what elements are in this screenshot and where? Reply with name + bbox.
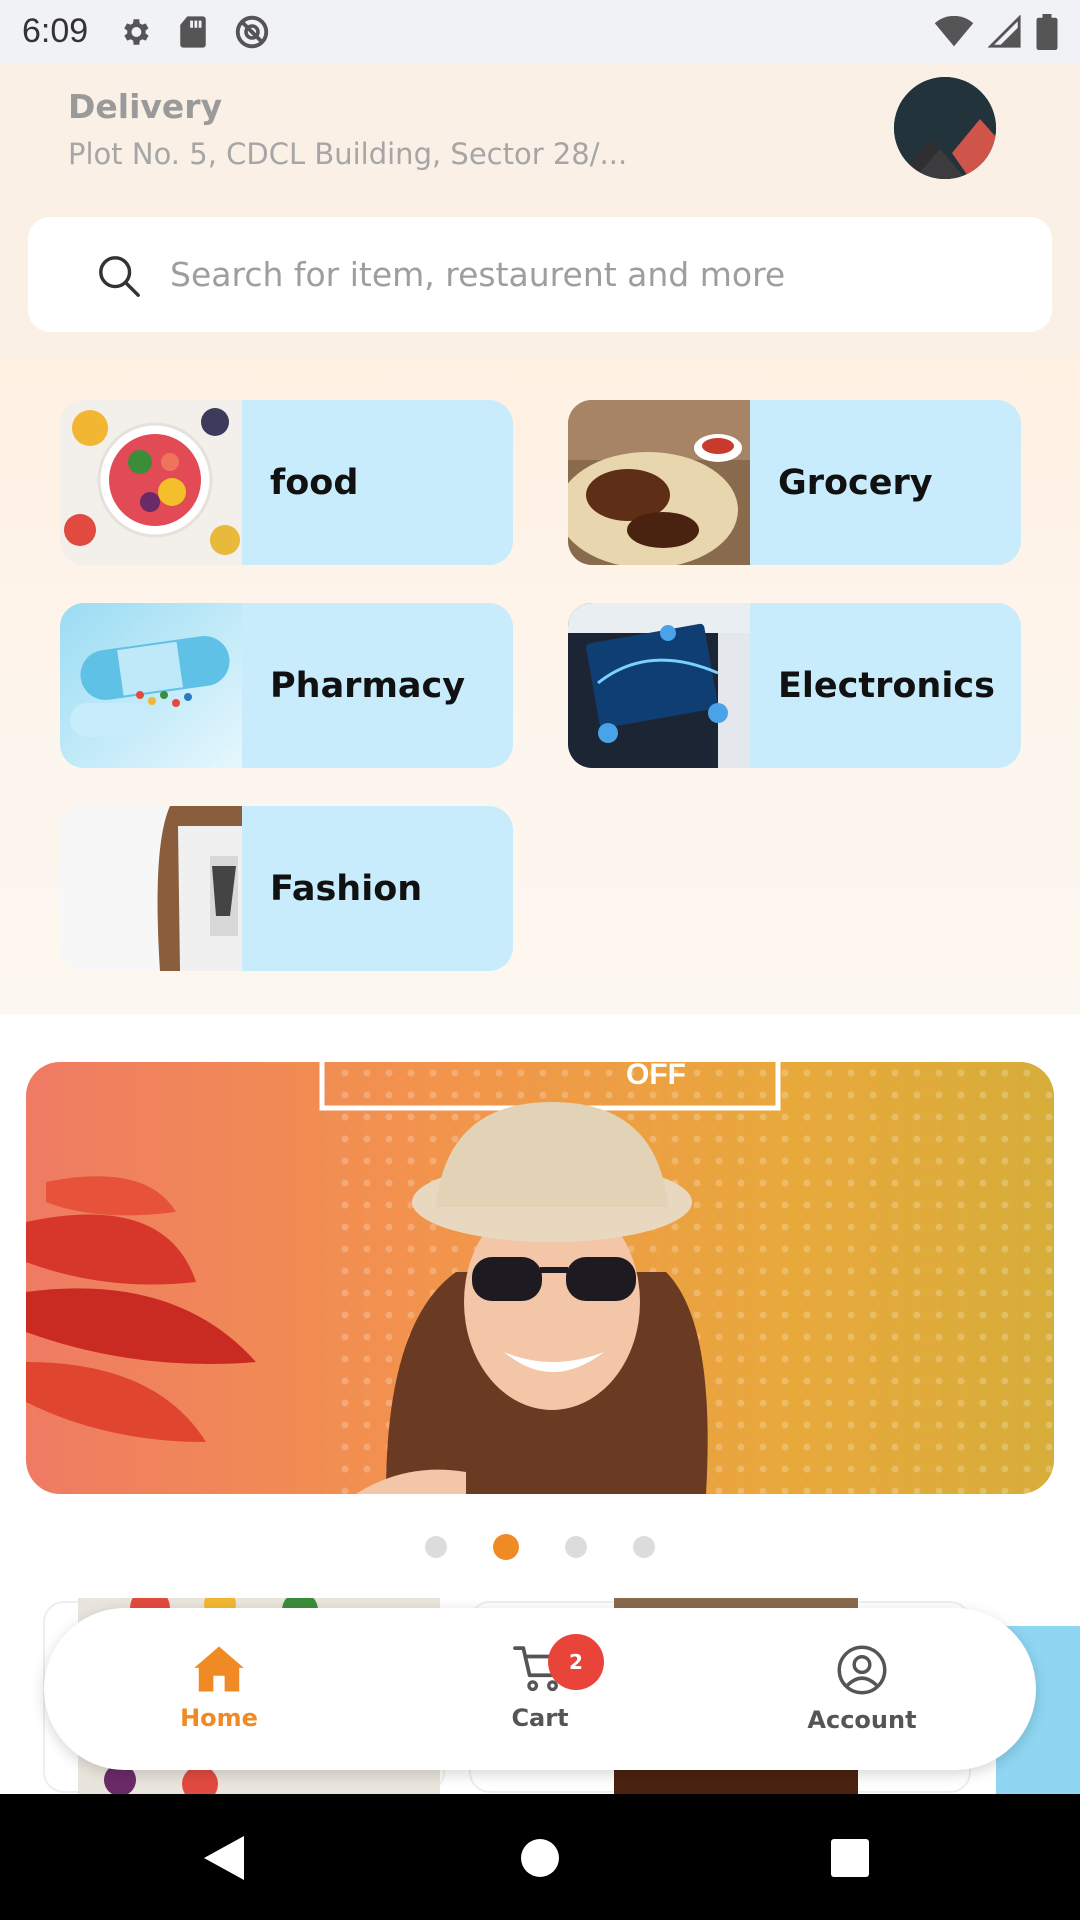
system-navigation-bar [0, 1794, 1080, 1920]
search-input[interactable]: Search for item, restaurent and more [170, 255, 785, 294]
carousel-dot[interactable] [565, 1536, 587, 1558]
banner-image: OFF [26, 1062, 1054, 1494]
cart-badge: 2 [548, 1634, 604, 1690]
carousel-indicator [0, 1534, 1080, 1560]
status-bar: 6:09 [0, 0, 1080, 63]
status-icons-right [934, 13, 1058, 50]
category-section: food Grocery Pharmacy Electronics Fashio… [0, 358, 1080, 1014]
nav-home-label: Home [180, 1704, 258, 1732]
home-circle-icon[interactable] [519, 1837, 561, 1879]
settings-icon [124, 18, 149, 45]
category-label: Pharmacy [270, 665, 466, 706]
electronics-image [568, 603, 750, 768]
category-label: Fashion [270, 868, 423, 909]
nav-account-label: Account [807, 1706, 917, 1734]
category-label: Grocery [778, 462, 933, 503]
signal-icon [988, 14, 1021, 48]
back-icon[interactable] [204, 1836, 246, 1880]
sd-card-icon [180, 15, 206, 48]
search-bar[interactable]: Search for item, restaurent and more [28, 217, 1052, 332]
fashion-image [60, 806, 242, 971]
carousel-dot[interactable] [425, 1536, 447, 1558]
category-card-electronics[interactable]: Electronics [568, 603, 1021, 768]
account-icon [837, 1645, 887, 1695]
wifi-icon [934, 15, 974, 46]
nav-account[interactable]: Account [782, 1644, 942, 1734]
avatar[interactable] [894, 77, 996, 179]
nav-cart[interactable]: 2 Cart [460, 1634, 620, 1732]
recents-icon[interactable] [829, 1837, 871, 1879]
battery-icon [1036, 13, 1058, 50]
bottom-navigation: Home 2 Cart Account [44, 1608, 1036, 1770]
nav-cart-label: Cart [511, 1704, 569, 1732]
category-label: Electronics [778, 665, 995, 706]
blocked-icon [235, 15, 269, 48]
delivery-label[interactable]: Delivery [68, 87, 222, 126]
category-card-pharmacy[interactable]: Pharmacy [60, 603, 513, 768]
search-icon [99, 256, 140, 297]
category-card-food[interactable]: food [60, 400, 513, 565]
pharmacy-image [60, 603, 242, 768]
nav-home[interactable]: Home [139, 1644, 299, 1732]
carousel-dot-active[interactable] [493, 1534, 519, 1560]
category-card-grocery[interactable]: Grocery [568, 400, 1021, 565]
status-time: 6:09 [22, 12, 89, 50]
grocery-image [568, 400, 750, 565]
food-image [60, 400, 242, 565]
category-label: food [270, 462, 359, 503]
banner-off-text: OFF [626, 1062, 686, 1091]
avatar-image [894, 77, 996, 179]
category-card-fashion[interactable]: Fashion [60, 806, 513, 971]
delivery-address[interactable]: Plot No. 5, CDCL Building, Sector 28/... [68, 137, 627, 171]
home-icon [194, 1646, 244, 1692]
status-icons-left [118, 14, 270, 50]
header: Delivery Plot No. 5, CDCL Building, Sect… [0, 63, 1080, 358]
carousel-dot[interactable] [633, 1536, 655, 1558]
promo-banner[interactable]: OFF [26, 1062, 1054, 1494]
